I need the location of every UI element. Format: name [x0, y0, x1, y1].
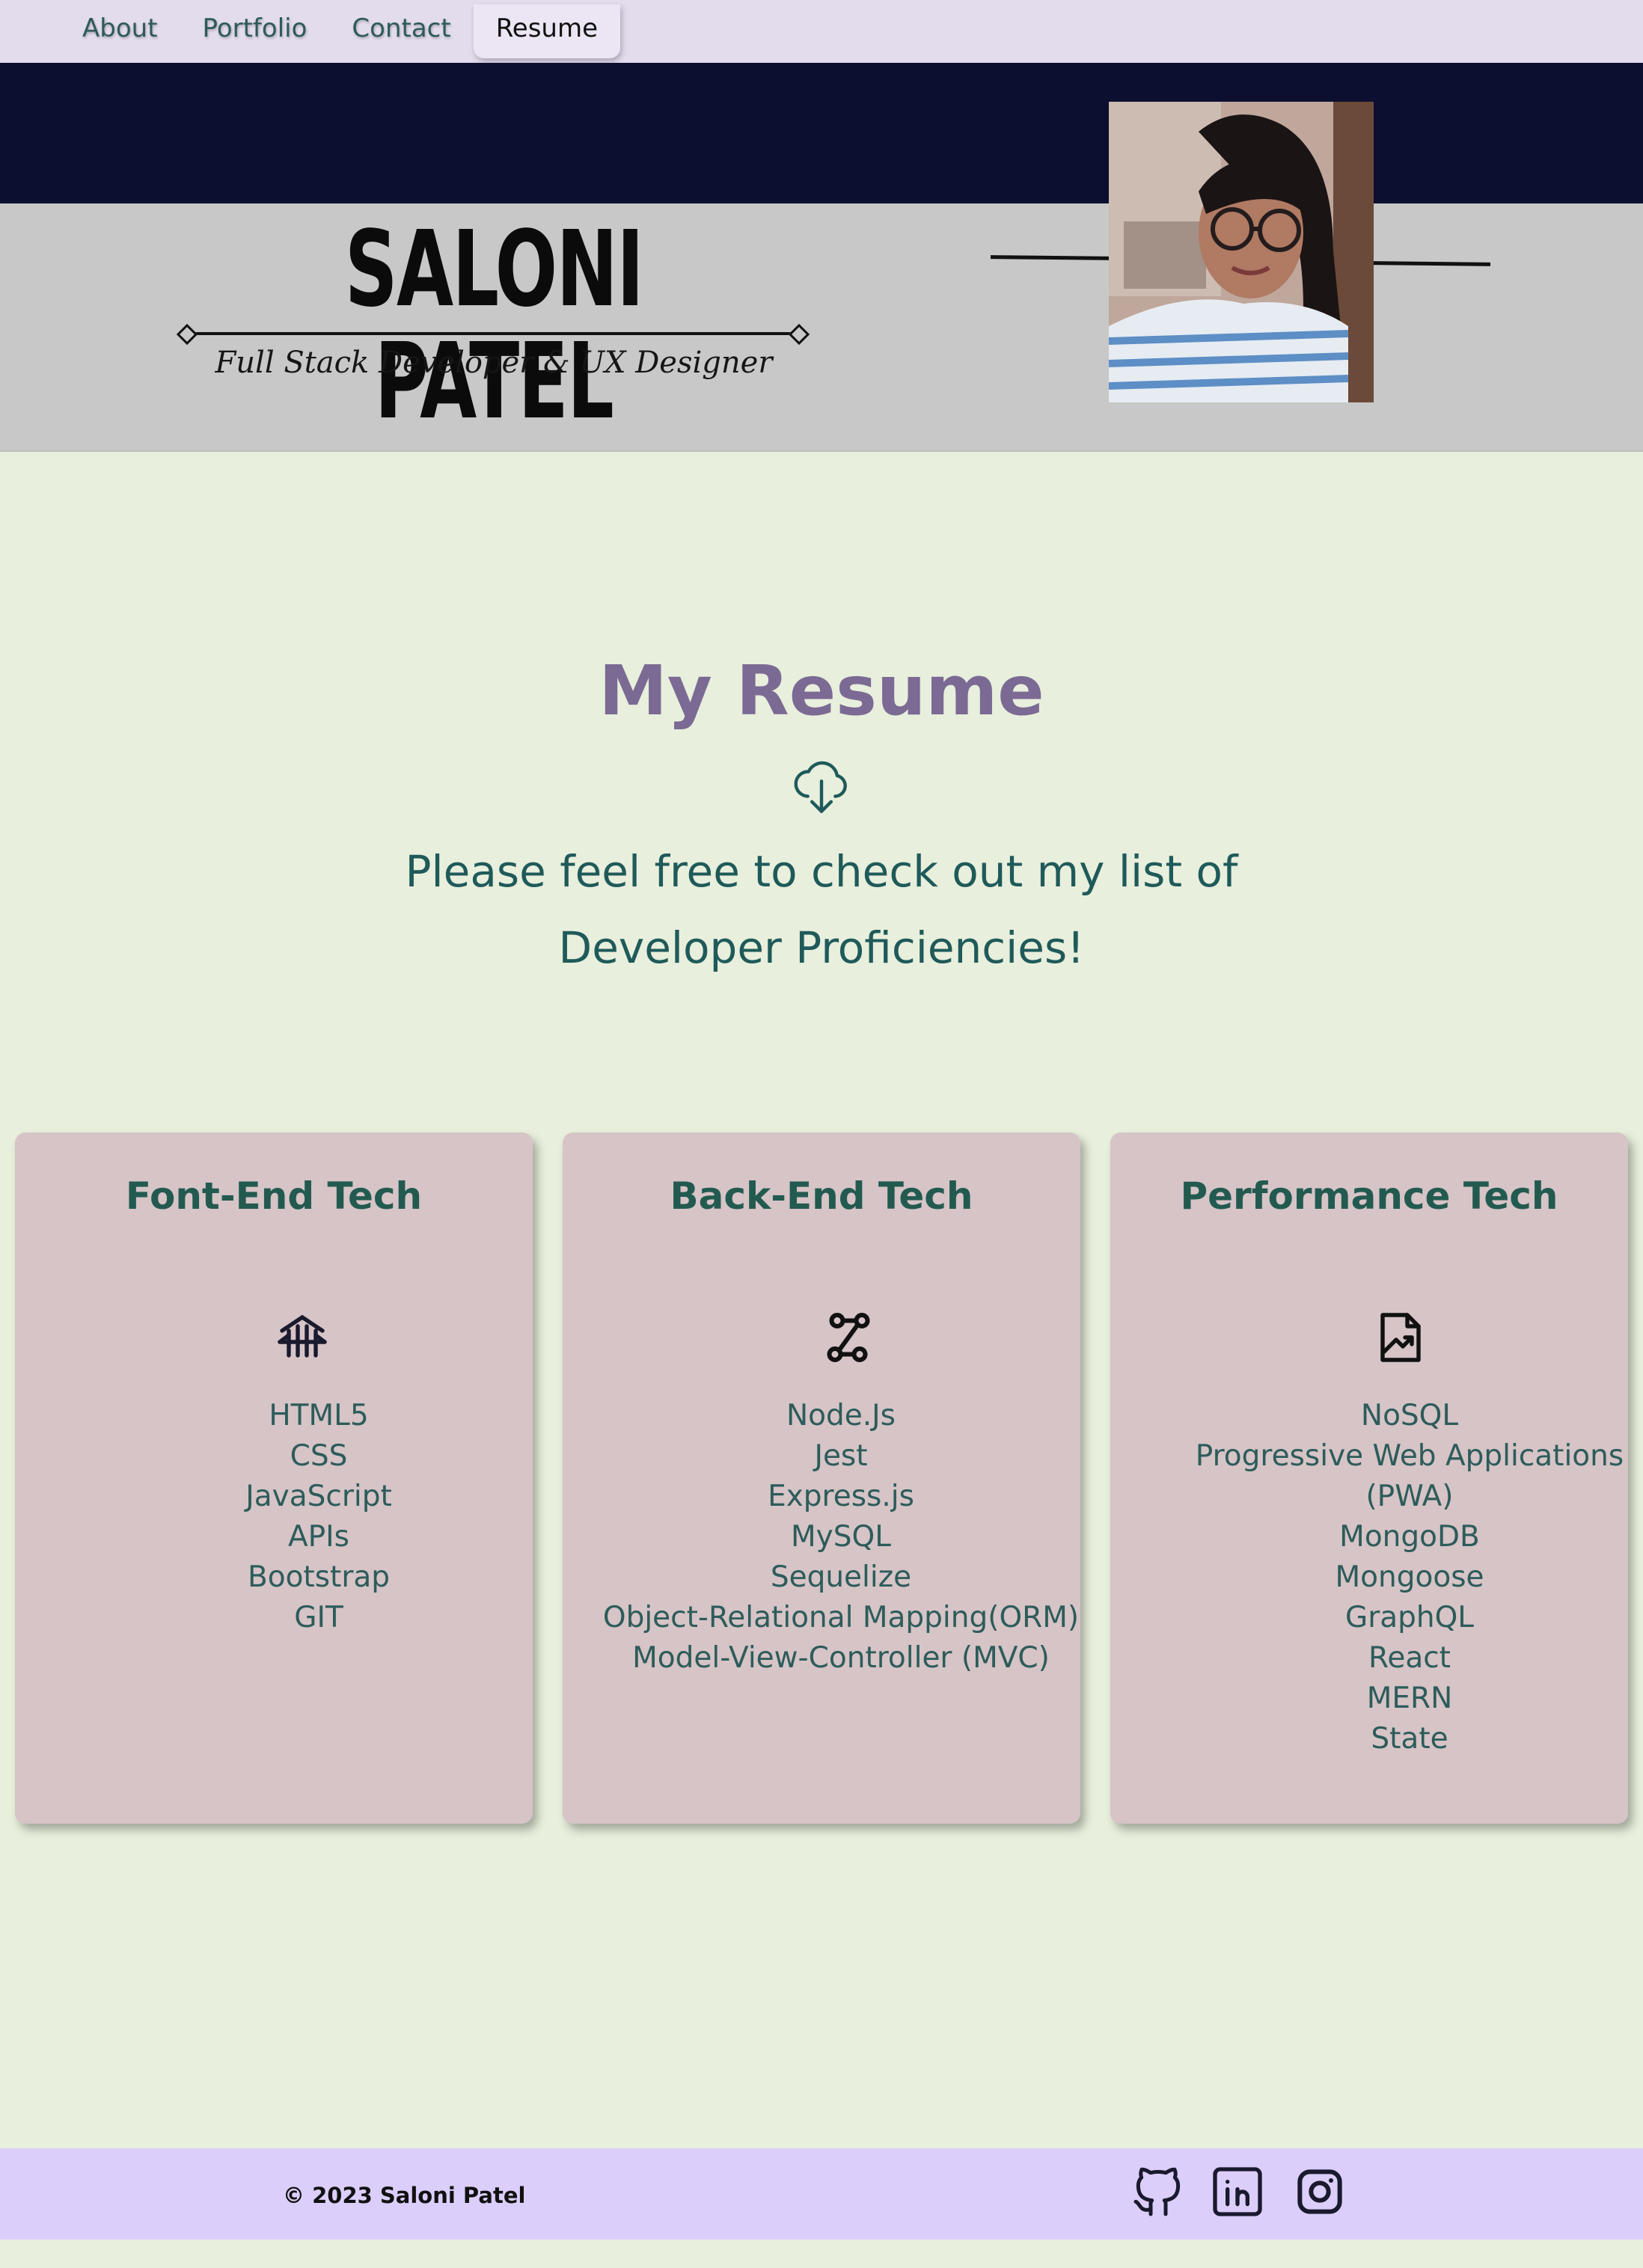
- list-item: React: [1368, 1641, 1451, 1675]
- profile-photo: [1109, 102, 1374, 402]
- cloud-download-icon[interactable]: [789, 751, 854, 817]
- card-backend: Back-End Tech Node.Js Jest Express.js My…: [563, 1133, 1080, 1824]
- card-frontend: Font-End Tech HTML5 CSS JavaScript APIs …: [15, 1133, 533, 1824]
- linkedin-icon[interactable]: [1208, 2162, 1267, 2222]
- intro-text: Please feel free to check out my list of…: [405, 846, 1238, 973]
- list-item: NoSQL: [1360, 1399, 1459, 1432]
- footer: © 2023 Saloni Patel: [0, 2148, 1643, 2240]
- github-icon[interactable]: [1128, 2162, 1188, 2222]
- list-item: MongoDB: [1339, 1520, 1480, 1554]
- file-chart-icon: [1380, 1313, 1421, 1362]
- nav-about[interactable]: About: [60, 4, 180, 58]
- site-subtitle: Full Stack Developer & UX Designer: [215, 346, 773, 380]
- card-title: Back-End Tech: [670, 1174, 973, 1218]
- card-title: Font-End Tech: [125, 1174, 423, 1218]
- bridge-icon: [278, 1314, 327, 1358]
- list-item: Express.js: [768, 1480, 914, 1513]
- instagram-icon[interactable]: [1290, 2162, 1350, 2222]
- list-item: Mongoose: [1335, 1560, 1484, 1594]
- list-item: CSS: [290, 1439, 348, 1473]
- card-performance: Performance Tech NoSQL Progressive Web A…: [1110, 1133, 1628, 1824]
- card-title: Performance Tech: [1180, 1174, 1558, 1218]
- site-name: SALONI PATEL: [344, 209, 644, 443]
- list-item: State: [1371, 1722, 1448, 1756]
- list-item: GraphQL: [1344, 1601, 1475, 1634]
- list-item: Bootstrap: [247, 1560, 391, 1594]
- list-item: MERN: [1366, 1682, 1453, 1715]
- list-item: JavaScript: [245, 1480, 392, 1513]
- nav-contact[interactable]: Contact: [329, 4, 473, 58]
- name-divider: [186, 332, 801, 335]
- list-item: GIT: [294, 1601, 343, 1634]
- skill-list: Node.Js Jest Express.js MySQL Sequelize …: [602, 1396, 1080, 1679]
- list-item: Progressive Web Applications (PWA): [1195, 1439, 1624, 1513]
- list-item: Model-View-Controller (MVC): [632, 1641, 1050, 1675]
- list-item: Object-Relational Mapping(ORM): [602, 1601, 1080, 1634]
- list-item: Jest: [814, 1439, 868, 1473]
- nav-portfolio[interactable]: Portfolio: [180, 4, 330, 58]
- list-item: MySQL: [791, 1520, 891, 1554]
- page-title: My Resume: [599, 651, 1044, 731]
- top-nav: About Portfolio Contact Resume: [0, 0, 1643, 63]
- header-dark-band: [0, 63, 1643, 203]
- list-item: APIs: [287, 1520, 350, 1554]
- copyright-text: © 2023 Saloni Patel: [283, 2183, 526, 2208]
- list-item: HTML5: [269, 1399, 369, 1432]
- list-item: Node.Js: [786, 1399, 896, 1432]
- skill-list: HTML5 CSS JavaScript APIs Bootstrap GIT: [60, 1396, 578, 1638]
- route-icon: [827, 1313, 870, 1362]
- nav-resume[interactable]: Resume: [473, 4, 621, 58]
- list-item: Sequelize: [770, 1560, 912, 1594]
- skill-list: NoSQL Progressive Web Applications (PWA)…: [1170, 1396, 1643, 1759]
